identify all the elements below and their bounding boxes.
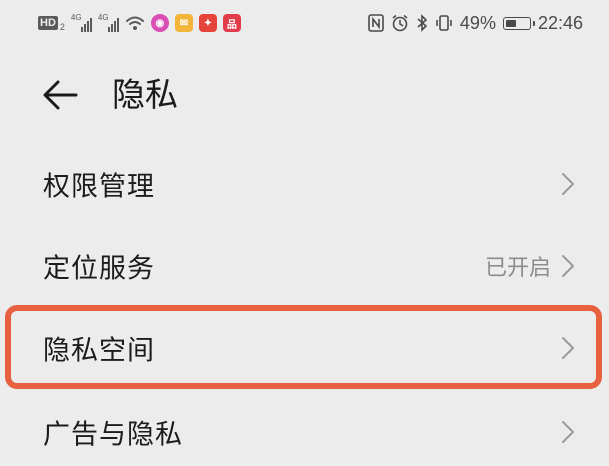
- chevron-right-icon: [562, 173, 574, 195]
- battery-percent: 49%: [459, 12, 496, 33]
- sim1-signal-icon: 4G: [71, 14, 92, 32]
- wifi-icon: [125, 16, 144, 30]
- pink-app-icon: ◉: [150, 14, 169, 32]
- location-status-value: 已开启: [484, 256, 551, 281]
- shop-app-icon: 品: [222, 14, 241, 32]
- status-bar: HD 2 4G 4G ◉ ✉ ✦ 品 49% 22:46: [0, 0, 609, 46]
- menu-item-label: 隐私空间: [43, 335, 155, 367]
- clock-time: 22:46: [537, 12, 583, 33]
- menu-item-ads-and-privacy[interactable]: 广告与隐私: [0, 391, 609, 466]
- bluetooth-icon: [417, 14, 428, 32]
- alarm-icon: [392, 14, 408, 32]
- back-arrow-icon: [43, 80, 78, 110]
- red-app-icon: ✦: [198, 14, 217, 32]
- page-title: 隐私: [112, 75, 178, 114]
- status-bar-right: 49% 22:46: [368, 11, 583, 35]
- back-button[interactable]: [40, 77, 80, 113]
- menu-item-label: 广告与隐私: [43, 419, 183, 451]
- menu-item-permission-management[interactable]: 权限管理: [0, 143, 609, 225]
- menu-item-label: 定位服务: [43, 253, 155, 285]
- hd-voice-badge: HD: [38, 16, 58, 30]
- sim2-network-type: 4G: [97, 13, 109, 22]
- sim2-signal-icon: 4G: [98, 14, 119, 32]
- hd-voice-sim-number: 2: [59, 22, 65, 32]
- menu-item-location-services[interactable]: 定位服务 已开启: [0, 225, 609, 307]
- status-bar-left: HD 2 4G 4G ◉ ✉ ✦ 品: [38, 12, 241, 34]
- app-header: 隐私: [0, 60, 609, 130]
- menu-item-label: 权限管理: [43, 171, 155, 203]
- chevron-right-icon: [562, 337, 574, 359]
- chevron-right-icon: [562, 255, 574, 277]
- battery-level-fill: [505, 19, 516, 27]
- menu-item-private-space[interactable]: 隐私空间: [0, 307, 609, 389]
- sim1-network-type: 4G: [70, 13, 82, 22]
- mail-app-icon: ✉: [174, 14, 193, 32]
- nfc-icon: [368, 14, 384, 32]
- vibrate-icon: [436, 15, 452, 31]
- privacy-settings-screen: HD 2 4G 4G ◉ ✉ ✦ 品 49% 22:46 隐私 权限管理 定位服…: [0, 0, 609, 466]
- battery-icon: [502, 16, 535, 30]
- chevron-right-icon: [562, 421, 574, 443]
